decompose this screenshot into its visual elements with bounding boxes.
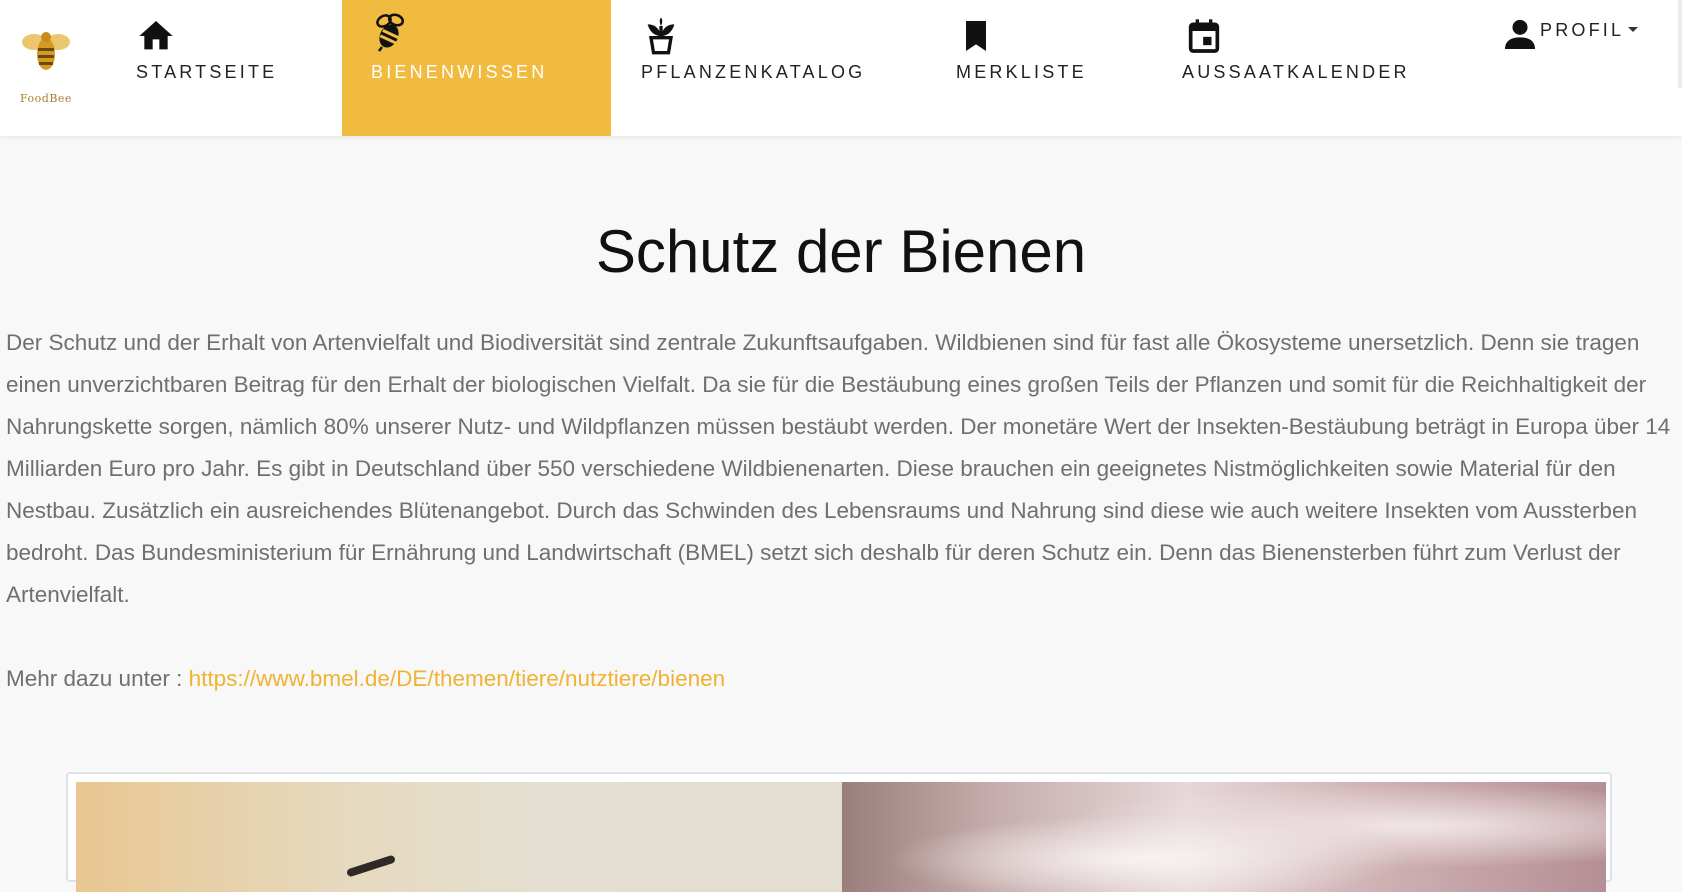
nav-item-merkliste[interactable]: MERKLISTE: [930, 0, 1130, 136]
nav-item-label: AUSSAATKALENDER: [1182, 62, 1410, 82]
nav-item-aussaatkalender[interactable]: AUSSAATKALENDER: [1168, 0, 1428, 136]
bee-logo-icon: [22, 32, 70, 70]
foodbee-logo[interactable]: FoodBee: [8, 24, 80, 105]
calendar-icon: [1184, 16, 1224, 56]
top-navbar: FoodBee STARTSEITE BIENENWISSEN PFLANZEN…: [0, 0, 1682, 136]
nav-item-startseite[interactable]: STARTSEITE: [120, 0, 340, 136]
nav-item-bienenwissen[interactable]: BIENENWISSEN: [342, 0, 611, 136]
photo-detail: [345, 854, 397, 878]
scrollbar-edge: [1678, 0, 1682, 88]
page-title: Schutz der Bienen: [595, 218, 1087, 285]
bookmark-icon: [956, 16, 996, 56]
image-gallery: [66, 772, 1612, 892]
user-icon: [1500, 14, 1540, 54]
more-info-line: Mehr dazu unter : https://www.bmel.de/DE…: [6, 658, 725, 700]
nav-item-label: BIENENWISSEN: [371, 62, 548, 82]
plant-icon: [641, 16, 681, 56]
article-paragraph: Der Schutz und der Erhalt von Artenvielf…: [6, 330, 1671, 607]
bmel-link[interactable]: https://www.bmel.de/DE/themen/tiere/nutz…: [189, 666, 726, 691]
home-icon: [136, 16, 176, 56]
profile-label: PROFIL: [1540, 19, 1625, 40]
nav-item-pflanzenkatalog[interactable]: PFLANZENKATALOG: [611, 0, 911, 136]
nav-item-label: STARTSEITE: [136, 62, 278, 82]
bee-photo-left: [76, 782, 842, 892]
chevron-down-icon: [1628, 26, 1639, 32]
profile-dropdown-toggle[interactable]: PROFIL: [1500, 14, 1639, 54]
blossom-photo-right: [842, 782, 1606, 892]
more-info-prefix: Mehr dazu unter :: [6, 666, 189, 691]
bee-icon: [370, 12, 410, 52]
nav-item-label: MERKLISTE: [956, 62, 1087, 82]
logo-text: FoodBee: [20, 92, 72, 105]
nav-item-label: PFLANZENKATALOG: [641, 62, 866, 82]
